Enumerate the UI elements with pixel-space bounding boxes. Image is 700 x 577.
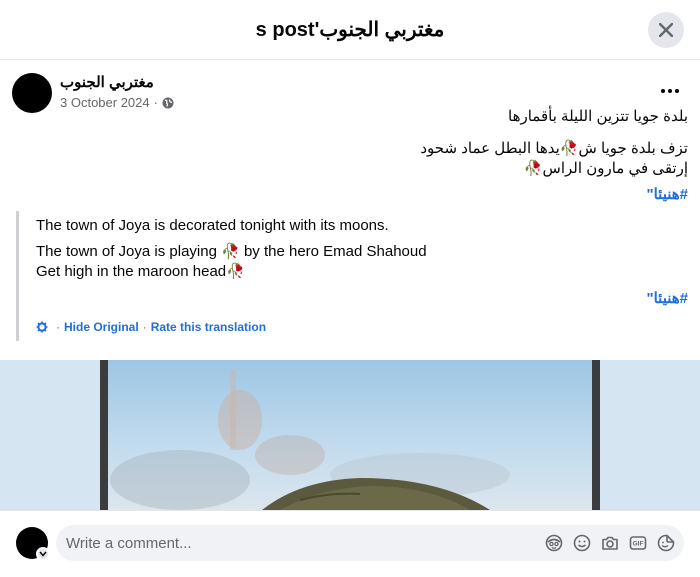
gear-icon[interactable] bbox=[36, 321, 48, 333]
post-dialog: s post'مغتربي الجنوب مغتربي الجنوب 3 Oct… bbox=[0, 0, 700, 577]
comment-box[interactable]: GIF bbox=[56, 525, 684, 561]
post-body: بلدة جويا تتزين الليلة بأقمارها تزف بلدة… bbox=[28, 107, 688, 205]
translation-line-1: The town of Joya is decorated tonight wi… bbox=[36, 217, 389, 234]
translation-hashtag: #هنيئا" bbox=[646, 289, 688, 309]
close-icon bbox=[659, 23, 673, 37]
avatar-sticker-icon bbox=[545, 534, 563, 552]
translation-block: The town of Joya is decorated tonight wi… bbox=[16, 211, 688, 341]
post-photo[interactable] bbox=[0, 360, 700, 510]
post-line-1: بلدة جويا تتزين الليلة بأقمارها bbox=[508, 108, 688, 125]
profile-switch-button[interactable] bbox=[36, 547, 50, 561]
avatar-sticker-button[interactable] bbox=[544, 533, 564, 553]
more-icon bbox=[661, 89, 679, 93]
svg-text:GIF: GIF bbox=[633, 541, 644, 548]
dialog-title: s post'مغتربي الجنوب bbox=[255, 19, 445, 41]
translation-line-2: The town of Joya is playing 🥀 by the her… bbox=[36, 243, 427, 260]
comment-composer: GIF bbox=[0, 510, 700, 577]
rate-translation-link[interactable]: Rate this translation bbox=[151, 317, 266, 337]
author-name[interactable]: مغتربي الجنوب bbox=[60, 74, 174, 92]
gif-icon: GIF bbox=[629, 536, 647, 550]
post-hashtag[interactable]: #هنيئا" bbox=[28, 185, 688, 205]
emoji-icon bbox=[573, 534, 591, 552]
translation-footer: · Hide Original · Rate this translation bbox=[36, 317, 266, 337]
emoji-button[interactable] bbox=[572, 533, 592, 553]
post-content[interactable]: مغتربي الجنوب 3 October 2024 · بلدة جويا… bbox=[0, 61, 700, 510]
gif-button[interactable]: GIF bbox=[628, 533, 648, 553]
comment-input[interactable] bbox=[66, 534, 526, 552]
close-button[interactable] bbox=[648, 12, 684, 48]
post-line-2: تزف بلدة جويا ش🥀يدها البطل عماد شحود bbox=[420, 140, 688, 157]
translation-hashtag-link[interactable]: #هنيئا" bbox=[646, 290, 688, 307]
camera-icon bbox=[602, 536, 618, 550]
translation-line-3: Get high in the maroon head🥀 bbox=[36, 263, 245, 280]
dialog-header: s post'مغتربي الجنوب bbox=[0, 0, 700, 60]
post-photo-image bbox=[0, 360, 700, 510]
sticker-button[interactable] bbox=[656, 533, 676, 553]
chevron-down-icon bbox=[39, 551, 47, 557]
translation-footer-sep-1: · bbox=[56, 320, 60, 334]
comment-tools: GIF bbox=[536, 533, 676, 553]
hide-original-link[interactable]: Hide Original bbox=[64, 317, 139, 337]
translation-footer-sep-2: · bbox=[142, 320, 147, 334]
post-line-3: إرتقى في مارون الراس🥀 bbox=[523, 160, 688, 177]
sticker-icon bbox=[657, 534, 675, 552]
camera-button[interactable] bbox=[600, 533, 620, 553]
more-options-button[interactable] bbox=[658, 79, 682, 103]
